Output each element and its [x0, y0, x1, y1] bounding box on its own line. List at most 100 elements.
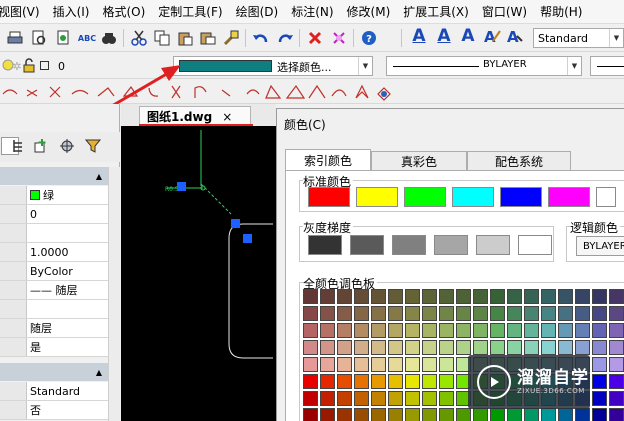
property-value-cell[interactable]: 随层: [27, 319, 108, 337]
palette-cell[interactable]: [609, 391, 624, 406]
palette-cell[interactable]: [405, 408, 420, 421]
document-tab[interactable]: 图纸1.dwg ×: [139, 106, 251, 126]
palette-cell[interactable]: [371, 374, 386, 389]
palette-cell[interactable]: [575, 408, 590, 421]
gray-color-swatch[interactable]: [308, 235, 342, 255]
palette-cell[interactable]: [320, 306, 335, 321]
modify-tools-icons[interactable]: [284, 82, 404, 102]
property-value-cell[interactable]: 1.0000: [27, 243, 108, 261]
palette-cell[interactable]: [354, 408, 369, 421]
palette-cell[interactable]: [473, 289, 488, 304]
palette-cell[interactable]: [354, 306, 369, 321]
property-row[interactable]: 随层: [0, 319, 108, 338]
palette-cell[interactable]: [507, 340, 522, 355]
palette-cell[interactable]: [609, 340, 624, 355]
palette-cell[interactable]: [320, 323, 335, 338]
palette-cell[interactable]: [303, 289, 318, 304]
palette-cell[interactable]: [388, 391, 403, 406]
palette-cell[interactable]: [490, 289, 505, 304]
quick-select-icon[interactable]: [330, 29, 348, 47]
palette-cell[interactable]: [490, 323, 505, 338]
palette-cell[interactable]: [439, 391, 454, 406]
palette-cell[interactable]: [337, 306, 352, 321]
gray-color-swatch[interactable]: [476, 235, 510, 255]
palette-cell[interactable]: [558, 323, 573, 338]
standard-color-swatch[interactable]: [308, 187, 350, 207]
palette-cell[interactable]: [320, 357, 335, 372]
palette-cell[interactable]: [303, 306, 318, 321]
property-value-cell[interactable]: 绿: [27, 186, 108, 204]
palette-cell[interactable]: [439, 306, 454, 321]
palette-cell[interactable]: [354, 340, 369, 355]
tab-index-color[interactable]: 索引颜色: [285, 149, 371, 171]
property-row[interactable]: 0: [0, 205, 108, 224]
menu-dimension[interactable]: 标注(N): [291, 3, 333, 20]
palette-cell[interactable]: [422, 289, 437, 304]
palette-cell[interactable]: [337, 340, 352, 355]
palette-cell[interactable]: [575, 340, 590, 355]
find-icon[interactable]: [100, 29, 118, 47]
property-row[interactable]: 是: [0, 338, 108, 357]
palette-cell[interactable]: [541, 408, 556, 421]
paste-special-icon[interactable]: [199, 29, 217, 47]
print-preview-icon[interactable]: [30, 29, 48, 47]
property-value-cell[interactable]: [27, 300, 108, 318]
palette-cell[interactable]: [507, 323, 522, 338]
palette-cell[interactable]: [609, 306, 624, 321]
redo-icon[interactable]: [276, 29, 294, 47]
palette-cell[interactable]: [337, 289, 352, 304]
palette-cell[interactable]: [592, 323, 607, 338]
property-row[interactable]: [0, 300, 108, 319]
palette-cell[interactable]: [422, 391, 437, 406]
palette-cell[interactable]: [371, 289, 386, 304]
property-value-cell[interactable]: 0: [27, 205, 108, 223]
palette-cell[interactable]: [371, 340, 386, 355]
palette-cell[interactable]: [354, 391, 369, 406]
palette-cell[interactable]: [558, 340, 573, 355]
palette-cell[interactable]: [592, 357, 607, 372]
palette-cell[interactable]: [558, 306, 573, 321]
lock-icon[interactable]: [20, 57, 38, 75]
close-icon[interactable]: ×: [222, 110, 232, 124]
erase-icon[interactable]: [306, 29, 324, 47]
find-text-icon[interactable]: A: [506, 27, 524, 45]
palette-cell[interactable]: [609, 408, 624, 421]
palette-cell[interactable]: [524, 289, 539, 304]
menu-custom-tools[interactable]: 定制工具(F): [158, 3, 222, 20]
color-combo[interactable]: 选择颜色... ▼: [173, 56, 373, 76]
add-selection-icon[interactable]: [32, 137, 50, 155]
tab-color-books[interactable]: 配色系统: [467, 151, 571, 171]
palette-cell[interactable]: [422, 408, 437, 421]
palette-cell[interactable]: [473, 306, 488, 321]
palette-cell[interactable]: [490, 340, 505, 355]
chevron-down-icon[interactable]: ▼: [358, 57, 372, 75]
palette-cell[interactable]: [303, 408, 318, 421]
property-value-cell[interactable]: 是: [27, 338, 108, 356]
standard-color-swatch[interactable]: [548, 187, 590, 207]
palette-cell[interactable]: [371, 306, 386, 321]
palette-cell[interactable]: [388, 408, 403, 421]
palette-cell[interactable]: [456, 306, 471, 321]
gray-color-swatch[interactable]: [518, 235, 552, 255]
palette-cell[interactable]: [320, 408, 335, 421]
palette-cell[interactable]: [405, 374, 420, 389]
menu-modify[interactable]: 修改(M): [347, 3, 391, 20]
palette-cell[interactable]: [541, 306, 556, 321]
palette-cell[interactable]: [337, 374, 352, 389]
print-icon[interactable]: [6, 29, 24, 47]
palette-cell[interactable]: [371, 408, 386, 421]
property-row[interactable]: 1.0000: [0, 243, 108, 262]
gray-color-swatch[interactable]: [392, 235, 426, 255]
palette-cell[interactable]: [320, 340, 335, 355]
property-value-cell[interactable]: 否: [27, 401, 108, 419]
menu-format[interactable]: 格式(O): [102, 3, 145, 20]
property-row[interactable]: [0, 224, 108, 243]
palette-cell[interactable]: [609, 323, 624, 338]
palette-cell[interactable]: [439, 289, 454, 304]
palette-cell[interactable]: [371, 357, 386, 372]
palette-cell[interactable]: [371, 323, 386, 338]
palette-cell[interactable]: [609, 374, 624, 389]
menu-insert[interactable]: 插入(I): [53, 3, 90, 20]
palette-cell[interactable]: [524, 408, 539, 421]
palette-cell[interactable]: [473, 408, 488, 421]
